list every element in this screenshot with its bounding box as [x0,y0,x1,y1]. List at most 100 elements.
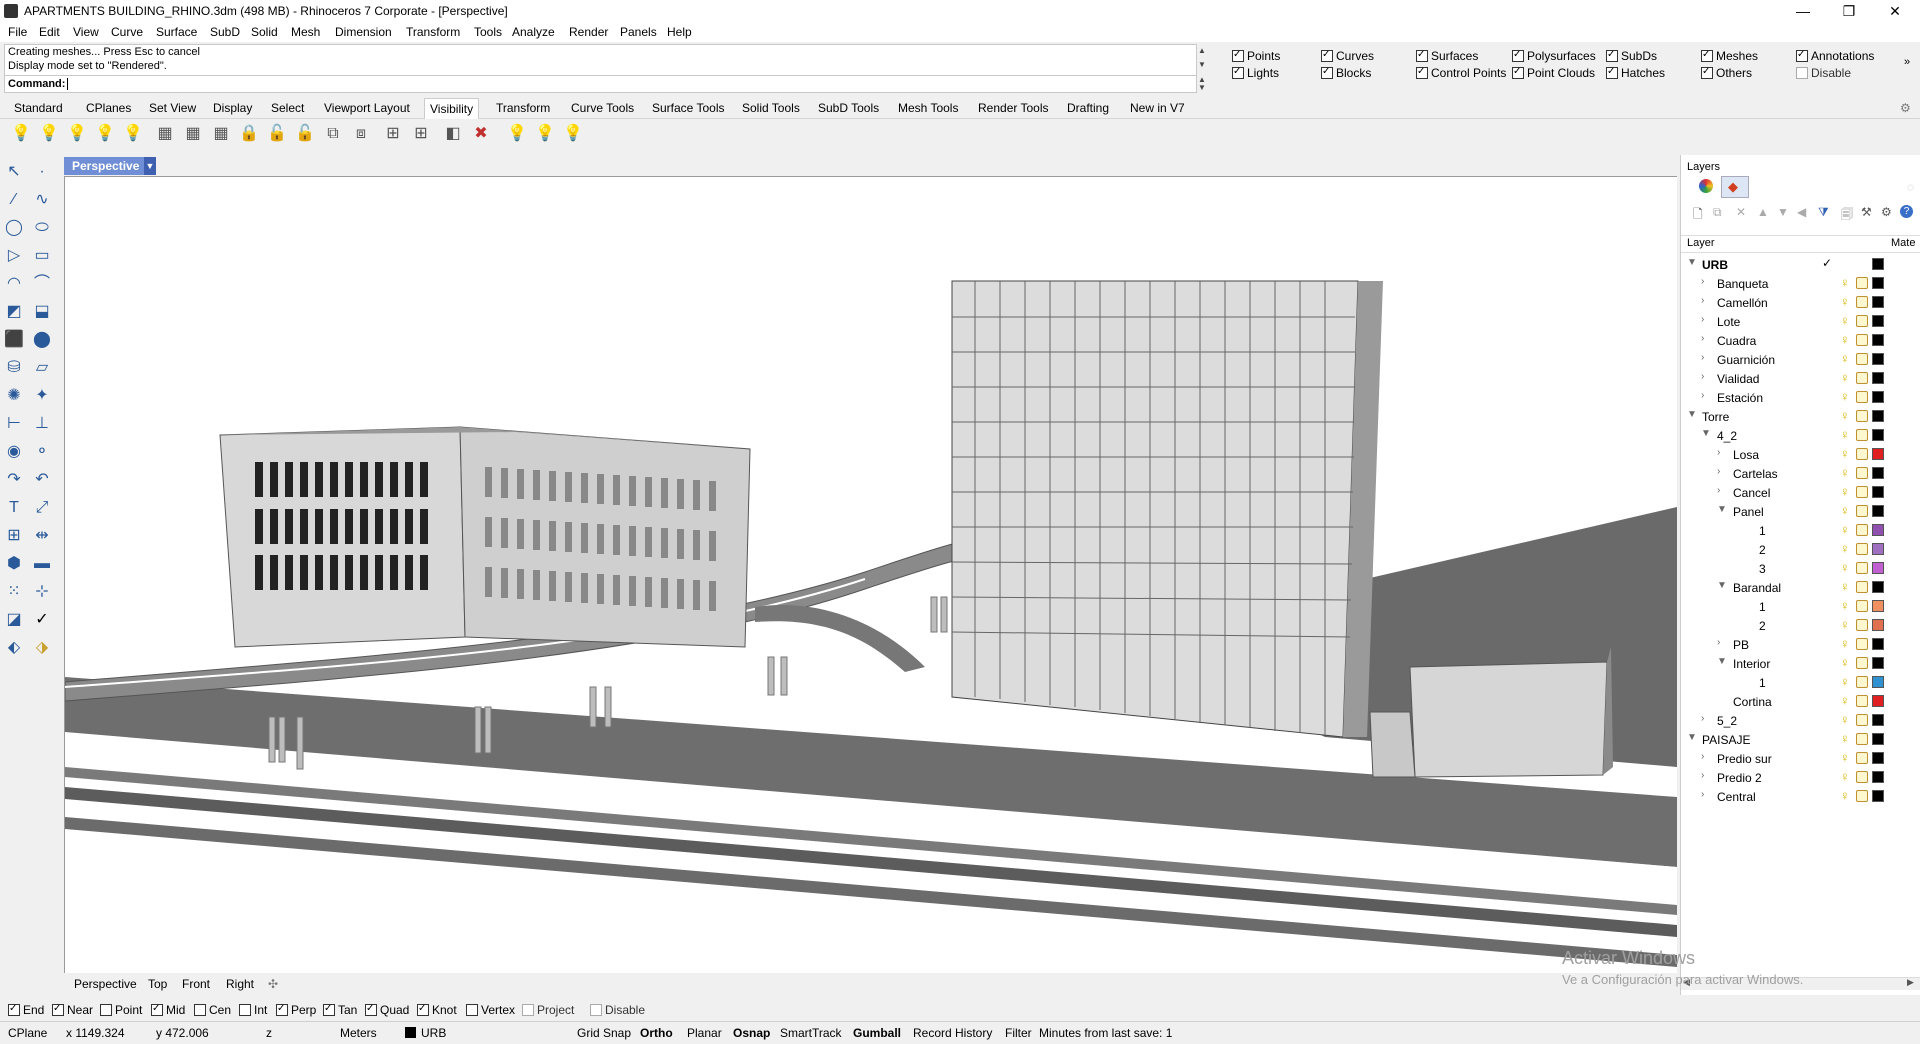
layer-row[interactable]: › Predio 2 ♀ [1681,768,1920,787]
light-bulb-icon[interactable]: ♀ [1840,560,1850,575]
layer-row[interactable]: › 5_2 ♀ [1681,711,1920,730]
layers-tab[interactable]: ◆ [1721,176,1749,198]
light-bulb-icon[interactable]: ♀ [1840,446,1850,461]
layer-color-swatch[interactable] [1872,562,1884,574]
menu-dimension[interactable]: Dimension [335,25,392,39]
layer-color-swatch[interactable] [1872,657,1884,669]
checkbox[interactable] [417,1003,429,1016]
layer-row[interactable]: › Guarnición ♀ [1681,350,1920,369]
lock-swap-icon[interactable]: ⧉ [322,123,344,145]
ruler-icon[interactable]: ▬ [30,552,54,576]
menu-file[interactable]: File [8,25,27,39]
ellipse-icon[interactable]: ⬭ [30,216,54,240]
lock-icon[interactable] [1856,619,1868,631]
polygon-icon[interactable]: ▷ [2,244,26,268]
tab-transform[interactable]: Transform [496,101,550,115]
checkbox[interactable] [1321,66,1333,79]
hide-in-detail-icon[interactable]: ⧈ [350,123,372,145]
lock-icon[interactable] [1856,581,1868,593]
surface-corner-icon[interactable]: ◩ [2,300,26,324]
checkbox[interactable] [1232,49,1244,62]
point-grid-icon[interactable]: ⊞ [382,123,404,145]
layer-color-swatch[interactable] [1872,695,1884,707]
checkbox[interactable] [1321,49,1333,62]
tab-display[interactable]: Display [213,101,252,115]
text-icon[interactable]: T [2,496,26,520]
layer-color-swatch[interactable] [1872,619,1884,631]
layer-color-swatch[interactable] [1872,486,1884,498]
hide-icon[interactable]: 💡 [38,123,60,145]
menu-surface[interactable]: Surface [156,25,197,39]
osnap-near[interactable]: Near [52,1003,93,1017]
help-icon[interactable]: ? [1900,205,1913,218]
layer-color-swatch[interactable] [1872,410,1884,422]
layer-row[interactable]: › Cancel ♀ [1681,483,1920,502]
layer-row[interactable]: 1 ♀ [1681,597,1920,616]
checkbox[interactable] [1512,66,1524,79]
new-layer-icon[interactable]: 🗋 [1693,205,1703,226]
menu-render[interactable]: Render [569,25,608,39]
close-button[interactable]: ✕ [1872,0,1918,22]
light-bulb-icon[interactable]: ♀ [1840,636,1850,651]
tab-subd-tools[interactable]: SubD Tools [818,101,879,115]
toolbar-settings-icon[interactable]: ⚙ [1900,101,1911,115]
unlock-icon[interactable]: 🔓 [266,123,288,145]
osnap-cen[interactable]: Cen [194,1003,231,1017]
scroll-up-icon[interactable]: ▲ [1196,46,1208,55]
light-bulb-icon[interactable]: ♀ [1840,712,1850,727]
checkbox[interactable] [1701,49,1713,62]
menu-transform[interactable]: Transform [406,25,460,39]
status-record-history[interactable]: Record History [913,1026,992,1040]
light-bulb-icon[interactable]: ♀ [1840,788,1850,803]
lock-icon[interactable] [1856,657,1868,669]
osnap-quad[interactable]: Quad [365,1003,409,1017]
layer-row[interactable]: ▼ Barandal ♀ [1681,578,1920,597]
show-icon[interactable]: 💡 [10,123,32,145]
light-bulb-icon[interactable]: ♀ [1840,769,1850,784]
light-bulb-icon[interactable]: ♀ [1840,522,1850,537]
hide-control-points-icon[interactable]: ▦ [182,123,204,145]
point-grid-dense-icon[interactable]: ⊞ [410,123,432,145]
light-bulb-icon[interactable]: ♀ [1840,313,1850,328]
lock-icon[interactable] [1856,315,1868,327]
properties-tab-icon[interactable] [1699,179,1713,193]
osnap-end[interactable]: End [8,1003,44,1017]
status-planar[interactable]: Planar [687,1026,722,1040]
curve-icon[interactable]: ∿ [30,188,54,212]
arc-icon[interactable]: ◠ [2,272,26,296]
layer-row[interactable]: 1 ♀ [1681,673,1920,692]
light-bulb-icon[interactable]: ♀ [1840,731,1850,746]
checkbox[interactable] [1796,49,1808,62]
light-bulb-icon[interactable]: ♀ [1840,465,1850,480]
checkbox[interactable] [100,1003,112,1016]
light-bulb-icon[interactable]: ♀ [1840,674,1850,689]
menu-solid[interactable]: Solid [251,25,278,39]
checkbox[interactable] [1416,66,1428,79]
analyze-icon[interactable]: ⊹ [30,580,54,604]
layer-row[interactable]: 3 ♀ [1681,559,1920,578]
scale-icon[interactable]: ⤢ [30,496,54,520]
lock-icon[interactable] [1856,277,1868,289]
layer-row[interactable]: 2 ♀ [1681,616,1920,635]
layer-color-swatch[interactable] [1872,752,1884,764]
hatch-icon[interactable]: ⊥ [30,412,54,436]
viewport-tab-front[interactable]: Front [182,977,210,991]
lock-icon[interactable] [1856,467,1868,479]
layer-row[interactable]: 2 ♀ [1681,540,1920,559]
light-bulb-icon[interactable]: ♀ [1840,693,1850,708]
viewport-title-tab[interactable]: Perspective ▼ [64,157,156,175]
tab-cplanes[interactable]: CPlanes [86,101,131,115]
light-bulb-icon[interactable]: ♀ [1840,332,1850,347]
checkbox[interactable] [323,1003,335,1016]
lock-icon[interactable] [1856,524,1868,536]
filter-icon[interactable]: ⧩ [1818,205,1829,220]
solid-tools-icon[interactable]: ⬢ [2,552,26,576]
command-input[interactable]: Command: [4,75,1197,93]
tab-drafting[interactable]: Drafting [1067,101,1109,115]
menu-tools[interactable]: Tools [474,25,502,39]
layer-row[interactable]: › Camellón ♀ [1681,293,1920,312]
add-viewport-icon[interactable]: ✣ [268,977,278,991]
status-osnap[interactable]: Osnap [733,1026,770,1040]
light-bulb-icon[interactable]: ♀ [1840,484,1850,499]
status-smarttrack[interactable]: SmartTrack [780,1026,842,1040]
